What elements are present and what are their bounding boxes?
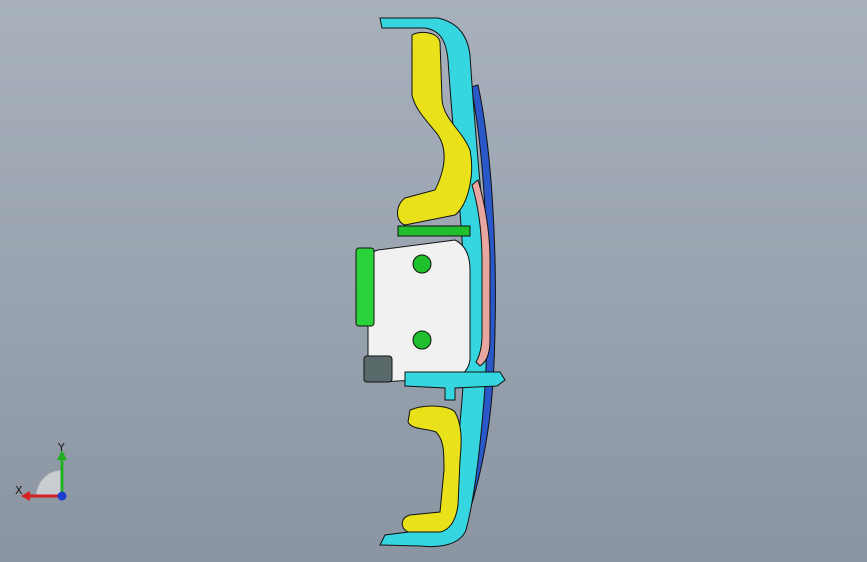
triad-graphic [21, 450, 67, 501]
3d-model[interactable] [0, 0, 867, 562]
triad-plane [35, 469, 63, 497]
triad-x-label: X [15, 484, 23, 497]
triad-y-label: Y [58, 441, 65, 454]
yellow-lower-duct-part[interactable] [401, 405, 462, 533]
graphics-viewport[interactable]: X Y [0, 0, 867, 562]
green-side-panel-part[interactable] [355, 247, 375, 327]
triad-z-origin [57, 491, 67, 501]
green-top-plate-part[interactable] [397, 225, 471, 237]
actuator-part[interactable] [363, 355, 393, 383]
coordinate-triad: X Y [12, 440, 76, 510]
green-motor-upper-part[interactable] [412, 254, 432, 274]
green-motor-lower-part[interactable] [412, 330, 432, 350]
